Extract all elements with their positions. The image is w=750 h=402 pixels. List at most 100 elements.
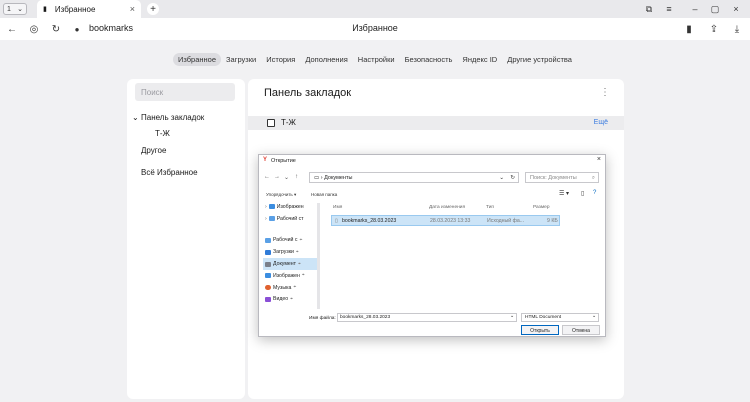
tab-title: Избранное [54,4,96,14]
new-folder-button[interactable]: Новая папка [311,192,337,197]
address-bar: ← ◎ ↻ ● bookmarks Избранное ▮ ⇪ ⤓ [0,18,750,40]
tree-item-label: Музыка [273,284,292,291]
minimize-icon[interactable]: – [688,2,702,16]
bookmarks-sidebar: Поиск ⌄ Панель закладок Т-Ж Другое Всё И… [127,79,245,399]
search-input[interactable]: Поиск [135,83,235,101]
more-link[interactable]: Ещё [594,119,608,126]
tree-item[interactable]: Изображен ⌖ [263,270,317,282]
restore-icon[interactable]: ▢ [708,2,722,16]
dialog-titlebar: Y Открытие × [259,155,605,166]
tree-item[interactable]: Музыка ⌖ [263,282,317,294]
desktop-icon [268,216,275,222]
dialog-search-input[interactable]: Поиск: Документы ⌕ [525,172,599,183]
table-row[interactable]: ▯ bookmarks_28.03.2023 28.03.2023 13:33 … [331,215,560,226]
video-icon [265,296,271,302]
column-type[interactable]: Тип [486,205,494,210]
file-icon: ▯ [335,218,338,224]
sidebar-item-all[interactable]: Всё Избранное [141,168,198,177]
tree-item-label: Документ [273,261,297,268]
nav-settings[interactable]: Настройки [353,53,400,66]
tree-item[interactable]: › Рабочий ст [263,213,317,225]
nav-extensions[interactable]: Дополнения [300,53,352,66]
navigation-tree: › Изображен › Рабочий ст Рабочий с ⌖ Заг… [263,201,317,309]
organize-button[interactable]: Упорядочить ▾ [266,192,296,198]
documents-icon [265,261,271,267]
new-tab-button[interactable]: + [147,3,159,15]
menu-icon[interactable]: ≡ [662,2,676,16]
settings-nav: Избранное Загрузки История Дополнения На… [0,52,750,66]
pin-icon: ⌖ [295,248,299,255]
column-size[interactable]: Размер [533,205,550,210]
tree-item[interactable]: › Изображен [263,201,317,213]
share-icon[interactable]: ⇪ [707,22,721,36]
back-arrow-icon[interactable]: ← [264,174,270,180]
nav-downloads[interactable]: Загрузки [221,53,261,66]
nav-yandex-id[interactable]: Яндекс ID [457,53,502,66]
filename-label: Имя файла: [309,316,336,321]
filetype-select[interactable]: HTML Document ⌄ [521,313,599,322]
up-arrow-icon[interactable]: ↑ [295,174,298,180]
chevron-down-icon[interactable]: ⌄ [132,113,139,122]
bookmark-flag-icon[interactable]: ▮ [682,22,696,36]
yandex-logo-icon: Y [263,157,268,163]
path-text: Документы [324,175,353,181]
tree-item[interactable]: Видео ⌖ [263,294,317,306]
column-date[interactable]: Дата изменения [429,205,465,210]
file-name: bookmarks_28.03.2023 [342,218,397,224]
list-item[interactable]: Т-Ж Ещё [248,116,624,130]
dialog-title: Открытие [271,158,296,164]
sidebar-item-other[interactable]: Другое [141,146,166,155]
close-tab-icon[interactable]: × [130,4,135,14]
tree-item-label: Загрузки [273,249,294,256]
help-icon[interactable]: ? [593,190,596,196]
tab-counter[interactable]: 1 ⌄ [3,3,27,15]
more-icon[interactable]: ⋮ [600,87,610,98]
nav-security[interactable]: Безопасность [400,53,458,66]
folder-label: Т-Ж [281,118,296,127]
download-icon[interactable]: ⤓ [730,22,744,36]
close-window-icon[interactable]: × [729,2,743,16]
nav-favorites[interactable]: Избранное [173,52,222,66]
preview-pane-icon[interactable]: ▯ [581,190,584,197]
close-icon[interactable]: × [597,156,601,163]
file-list-header: Имя Дата изменения Тип Размер [329,205,599,213]
refresh-icon[interactable]: ↻ [510,175,515,181]
music-icon [265,285,271,291]
filetype-value: HTML Document [525,315,562,320]
tree-item-label: Изображен [273,272,300,279]
chevron-down-icon[interactable]: ⌄ [510,314,514,319]
filename-input[interactable]: bookmarks_28.03.2023 ⌄ [337,313,517,322]
tree-item-label: Рабочий ст [276,215,304,222]
folder-icon: ▭ › [314,175,325,181]
pin-icon: ⌖ [299,236,303,243]
path-input[interactable]: ▭ › Документы ⌄ ↻ [309,172,519,183]
tree-item[interactable]: Загрузки ⌖ [263,246,317,258]
tree-scrollbar[interactable] [317,203,320,309]
row-checkbox[interactable] [267,119,275,127]
forward-arrow-icon[interactable]: → [274,174,280,180]
tree-item[interactable]: Рабочий с ⌖ [263,235,317,247]
page-title: Избранное [352,23,398,33]
tree-item-selected[interactable]: Документ ⌖ [263,258,317,270]
dialog-toolbar: ← → ⌄ ↑ ▭ › Документы ⌄ ↻ Поиск: Докумен… [259,172,605,186]
chevron-down-icon[interactable]: ⌄ [284,174,289,181]
nav-history[interactable]: История [261,53,300,66]
sidebar-item-bookmarks-bar[interactable]: Панель закладок [141,113,204,122]
column-name[interactable]: Имя [333,205,342,210]
bookmark-icon: ▮ [43,6,47,13]
open-button[interactable]: Открыть [521,325,559,335]
cancel-button[interactable]: Отмена [562,325,600,335]
sidebar-item-folder[interactable]: Т-Ж [155,129,170,138]
dialog-search-placeholder: Поиск: Документы [530,175,577,181]
chevron-down-icon[interactable]: ⌄ [499,175,504,181]
tab-active[interactable]: ▮ Избранное × [37,0,141,18]
pictures-icon [268,204,275,210]
view-icon[interactable]: ☰ ▾ [559,190,569,197]
pin-icon: ⌖ [293,284,297,291]
nav-other-devices[interactable]: Другие устройства [502,53,577,66]
main-title: Панель закладок [264,87,352,99]
dialog-command-bar: Упорядочить ▾ Новая папка ☰ ▾ ▯ ? [259,190,605,200]
tree-item-label: Рабочий с [273,237,298,244]
tabs-icon[interactable]: ⧉ [642,2,656,16]
chevron-down-icon: ⌄ [591,314,596,319]
